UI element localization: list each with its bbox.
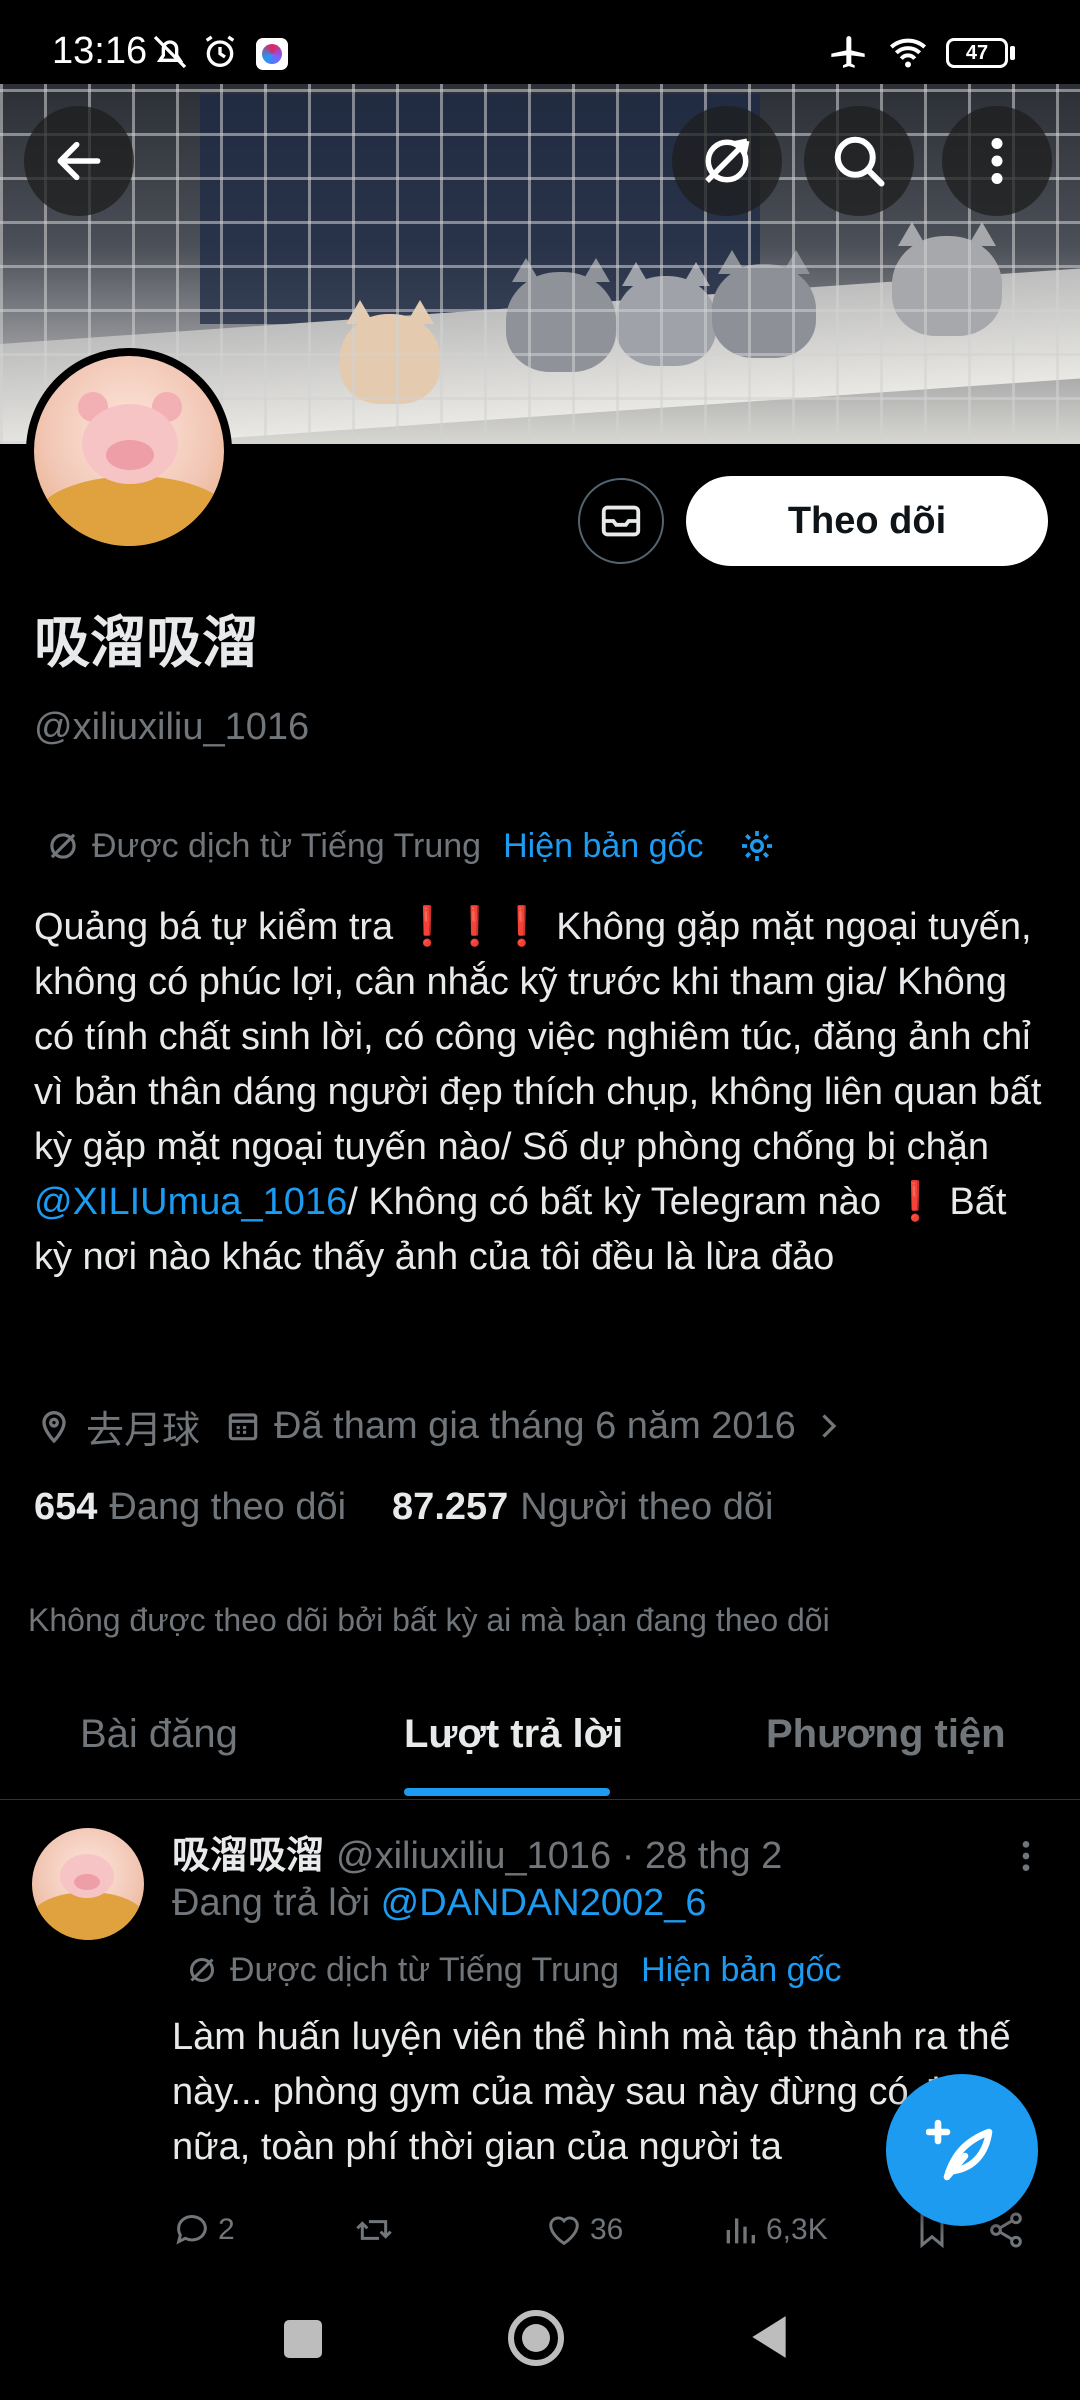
battery-level: 47: [965, 41, 989, 64]
join-date-text: Đã tham gia tháng 6 năm 2016: [274, 1404, 796, 1447]
back-icon[interactable]: [748, 2312, 790, 2362]
views-button[interactable]: 6,3K: [720, 2210, 828, 2250]
followers-link[interactable]: 87.257 Người theo dõi: [392, 1486, 773, 1529]
following-count: 654: [34, 1486, 98, 1528]
following-label: Đang theo dõi: [109, 1486, 347, 1528]
chevron-right-icon: [822, 1414, 837, 1438]
app-notification-icon: [256, 38, 288, 70]
post-translation-notice: Được dịch từ Tiếng Trung Hiện bản gốc: [184, 1946, 841, 1994]
recent-apps-icon[interactable]: [284, 2320, 322, 2358]
post-more-icon[interactable]: [1012, 1836, 1040, 1876]
profile-meta: 去月球 Đã tham gia tháng 6 năm 2016: [34, 1398, 870, 1454]
mail-icon: [601, 505, 641, 537]
followers-label: Người theo dõi: [520, 1486, 774, 1528]
profile-handle: @xiliuxiliu_1016: [34, 706, 310, 748]
status-time: 13:16: [52, 30, 148, 72]
calendar-icon: [228, 1413, 258, 1441]
profile-display-name: 吸溜吸溜: [34, 611, 258, 674]
reply-icon: [176, 2215, 207, 2245]
post-avatar[interactable]: [32, 1828, 144, 1940]
airplane-icon: [831, 36, 865, 68]
message-button[interactable]: [578, 478, 664, 564]
replying-to-link[interactable]: @DANDAN2002_6: [381, 1882, 707, 1924]
bio-mention-link[interactable]: @XILIUmua_1016: [34, 1181, 347, 1223]
compose-post-button[interactable]: [886, 2074, 1038, 2226]
tab-replies[interactable]: Lượt trả lời: [404, 1712, 623, 1757]
exclamation-emoji: ❗: [891, 1181, 939, 1223]
exclamation-emoji: ❗❗❗: [403, 906, 546, 948]
views-chart-icon: [726, 2218, 755, 2244]
bell-muted-icon: [153, 35, 187, 69]
location-text: 去月球: [86, 1409, 201, 1452]
system-navigation-bar: [0, 2282, 1080, 2400]
profile-bio: Quảng bá tự kiểm tra ❗❗❗ Không gặp mặt n…: [34, 906, 1042, 1278]
translated-from-label: Được dịch từ Tiếng Trung: [92, 826, 482, 865]
home-icon[interactable]: [508, 2310, 564, 2366]
translate-icon: [50, 833, 76, 859]
translated-from-label: Được dịch từ Tiếng Trung: [230, 1950, 620, 1989]
like-button[interactable]: 36: [544, 2210, 623, 2250]
translate-button[interactable]: [672, 106, 782, 216]
followers-count: 87.257: [392, 1486, 509, 1528]
profile-tabs: Bài đăng Lượt trả lời Phương tiện: [0, 1690, 1080, 1800]
wifi-icon: [890, 38, 926, 68]
not-followed-notice: Không được theo dõi bởi bất kỳ ai mà bạn…: [28, 1602, 830, 1638]
like-count: 36: [590, 2213, 624, 2246]
compose-post-icon: [926, 2119, 993, 2181]
bio-translation-notice: Được dịch từ Tiếng Trung Hiện bản gốc: [44, 822, 777, 870]
join-date[interactable]: Đã tham gia tháng 6 năm 2016: [224, 1405, 846, 1448]
more-vertical-icon: [991, 138, 1003, 184]
retweet-button[interactable]: [352, 2210, 402, 2250]
post-actions: 2 36 6,3K: [172, 2210, 1042, 2260]
replying-to: Đang trả lời @DANDAN2002_6: [172, 1882, 707, 1924]
post-author-name[interactable]: 吸溜吸溜: [172, 1824, 324, 1879]
reply-count: 2: [218, 2213, 235, 2246]
alarm-icon: [205, 35, 235, 67]
back-button[interactable]: [24, 106, 134, 216]
location-pin-icon: [42, 1411, 66, 1444]
battery-icon: 47: [946, 38, 1008, 68]
translate-icon: [190, 1958, 214, 1982]
post-handle-date: @xiliuxiliu_1016 · 28 thg 2: [336, 1835, 783, 1877]
search-button[interactable]: [804, 106, 914, 216]
search-icon: [834, 136, 885, 187]
view-count: 6,3K: [766, 2213, 828, 2246]
heart-icon: [549, 2216, 579, 2246]
post-header: 吸溜吸溜 @xiliuxiliu_1016 · 28 thg 2: [172, 1824, 782, 1879]
follow-button[interactable]: Theo dõi: [686, 476, 1048, 566]
show-original-link[interactable]: Hiện bản gốc: [503, 827, 703, 866]
follow-stats: 654 Đang theo dõi 87.257 Người theo dõi: [34, 1486, 819, 1529]
profile-avatar[interactable]: [26, 348, 232, 554]
following-link[interactable]: 654 Đang theo dõi: [34, 1486, 346, 1529]
active-tab-indicator: [404, 1788, 610, 1796]
gear-icon[interactable]: [737, 826, 777, 866]
tab-posts[interactable]: Bài đăng: [80, 1712, 238, 1757]
translate-icon: [705, 138, 750, 183]
retweet-icon: [356, 2220, 392, 2240]
show-original-link[interactable]: Hiện bản gốc: [641, 1951, 841, 1990]
more-options-button[interactable]: [942, 106, 1052, 216]
reply-button[interactable]: 2: [172, 2210, 235, 2250]
tab-media[interactable]: Phương tiện: [766, 1712, 1006, 1757]
arrow-left-icon: [57, 141, 101, 181]
status-bar: 13:16 47: [0, 0, 1080, 84]
location: 去月球: [34, 1399, 200, 1454]
